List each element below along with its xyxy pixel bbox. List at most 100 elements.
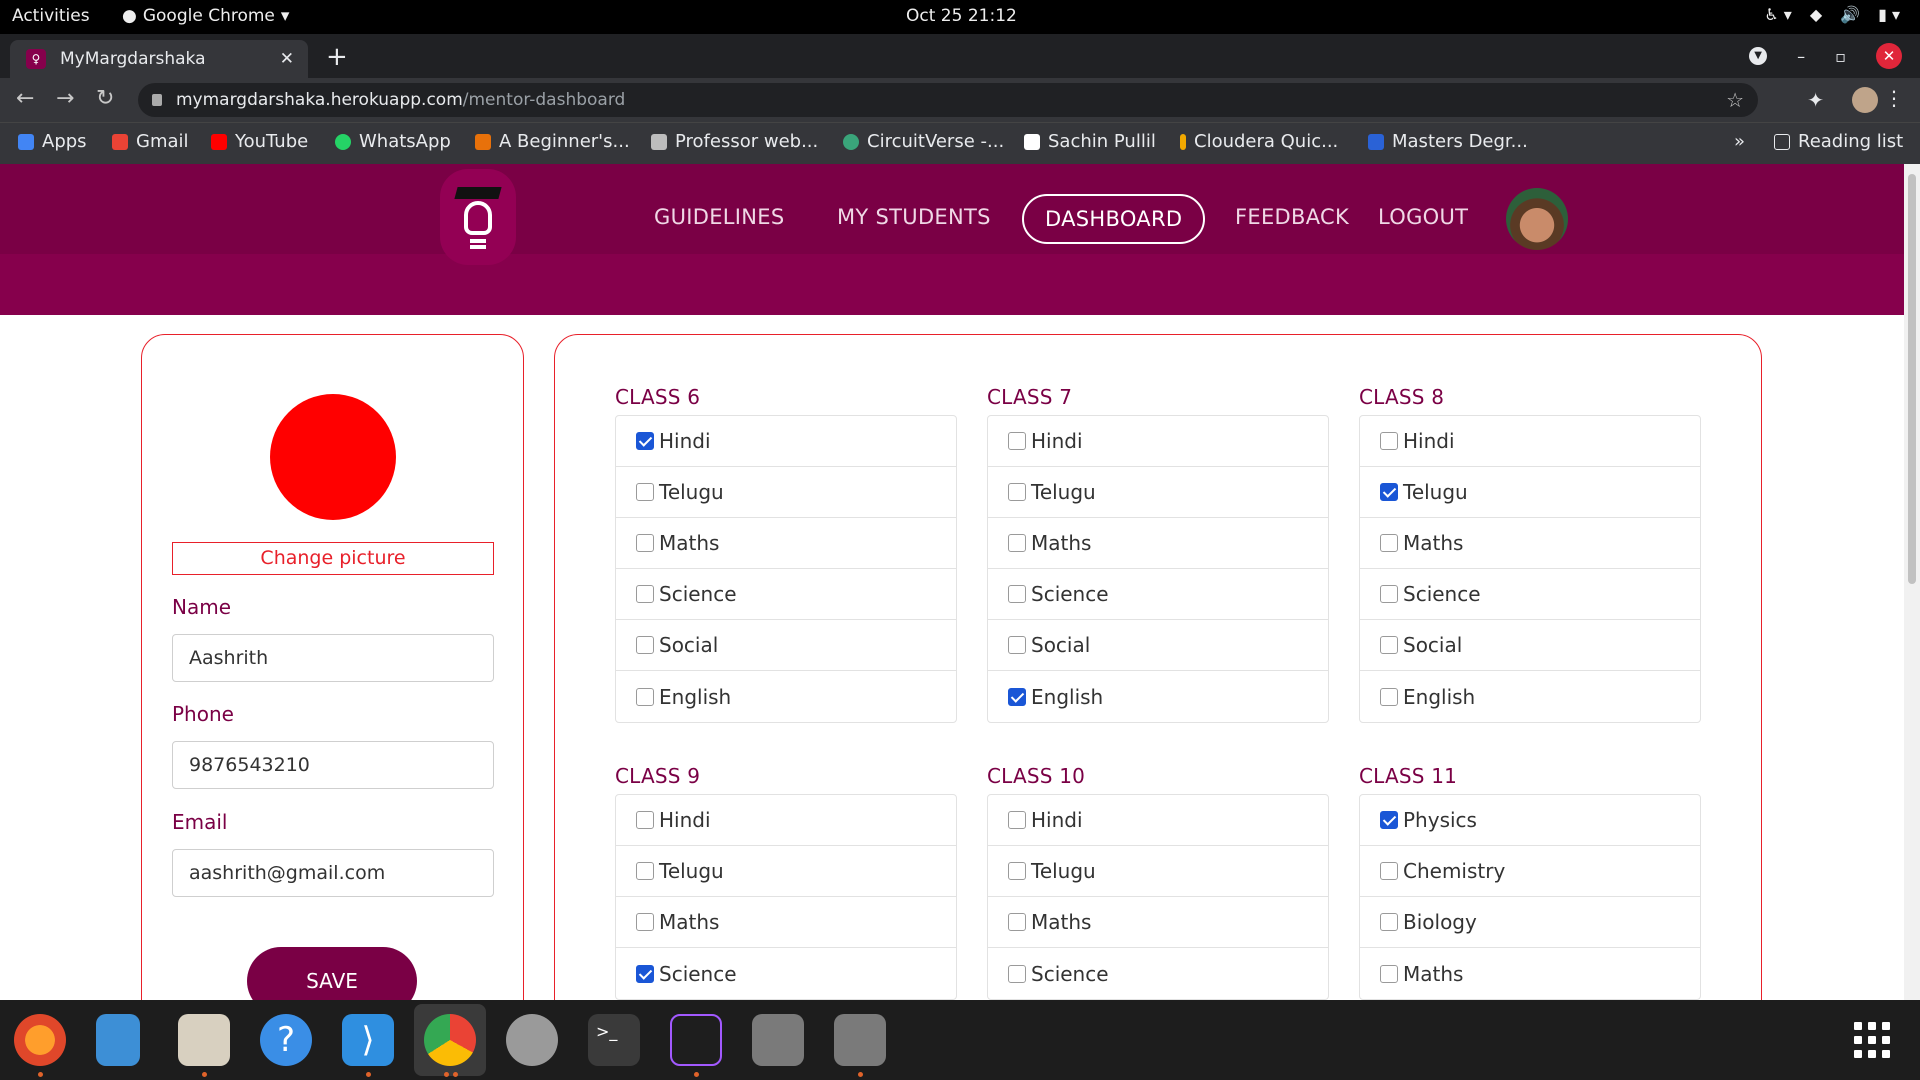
checkbox[interactable] xyxy=(1008,862,1026,880)
text-editor-icon[interactable] xyxy=(96,1014,140,1066)
checkbox[interactable] xyxy=(1008,687,1026,706)
checkbox[interactable] xyxy=(636,636,654,654)
subject-item[interactable]: Biology xyxy=(1360,897,1700,948)
checkbox[interactable] xyxy=(1380,432,1398,450)
accessibility-icon[interactable]: ♿ ▾ xyxy=(1764,5,1791,24)
bookmark-youtube[interactable]: YouTube xyxy=(211,131,308,152)
battery-icon[interactable]: ▮ ▾ xyxy=(1878,5,1900,24)
activities-button[interactable]: Activities xyxy=(12,6,90,26)
checkbox[interactable] xyxy=(1008,811,1026,829)
checkbox[interactable] xyxy=(1008,432,1026,450)
reading-list-button[interactable]: Reading list xyxy=(1774,131,1903,152)
subject-item[interactable]: Hindi xyxy=(616,795,956,846)
checkbox[interactable] xyxy=(1380,534,1398,552)
checkbox[interactable] xyxy=(1380,585,1398,603)
vscode-icon[interactable]: ⟩ xyxy=(342,1014,394,1066)
subject-item[interactable]: Social xyxy=(616,620,956,671)
new-tab-button[interactable]: + xyxy=(326,42,348,72)
help-icon[interactable]: ? xyxy=(260,1014,312,1066)
subject-item[interactable]: Social xyxy=(988,620,1328,671)
change-picture-button[interactable]: Change picture xyxy=(172,542,494,575)
bookmark-cloudera[interactable]: Cloudera Quic... xyxy=(1180,131,1338,152)
close-window-icon[interactable]: ✕ xyxy=(1876,43,1902,69)
checkbox[interactable] xyxy=(1380,483,1398,501)
bookmark-beginners[interactable]: A Beginner's... xyxy=(475,131,630,152)
checkbox[interactable] xyxy=(1008,964,1026,983)
subject-item[interactable]: Telugu xyxy=(988,846,1328,897)
firefox-icon[interactable] xyxy=(14,1014,66,1066)
subject-item[interactable]: English xyxy=(1360,671,1700,722)
volume-icon[interactable]: 🔊 xyxy=(1840,5,1860,24)
subject-item[interactable]: Science xyxy=(988,948,1328,999)
checkbox[interactable] xyxy=(1380,687,1398,706)
checkbox[interactable] xyxy=(636,913,654,931)
save-button[interactable]: SAVE xyxy=(247,947,417,1000)
reload-icon[interactable]: ↻ xyxy=(96,86,114,111)
mymargdarshaka-logo-icon[interactable] xyxy=(440,169,516,265)
checkbox[interactable] xyxy=(636,483,654,501)
settings-icon[interactable] xyxy=(506,1014,558,1066)
ssd-drive-icon[interactable] xyxy=(752,1014,804,1066)
bookmark-star-icon[interactable]: ☆ xyxy=(1726,88,1744,112)
wifi-icon[interactable]: ◆ xyxy=(1810,5,1822,24)
checkbox[interactable] xyxy=(1008,913,1026,931)
chrome-icon[interactable] xyxy=(424,1014,476,1066)
bookmark-apps[interactable]: Apps xyxy=(18,131,87,152)
email-field[interactable]: aashrith@gmail.com xyxy=(172,849,494,897)
checkbox[interactable] xyxy=(1380,964,1398,983)
show-applications-icon[interactable] xyxy=(1854,1022,1890,1058)
nav-dashboard[interactable]: DASHBOARD xyxy=(1022,194,1206,244)
subject-item[interactable]: Hindi xyxy=(988,416,1328,467)
checkbox[interactable] xyxy=(1008,534,1026,552)
checkbox[interactable] xyxy=(636,687,654,706)
scrollbar-thumb[interactable] xyxy=(1908,174,1916,584)
minimize-icon[interactable]: – xyxy=(1797,47,1805,66)
bookmark-whatsapp[interactable]: WhatsApp xyxy=(335,131,451,152)
close-tab-icon[interactable]: ✕ xyxy=(280,49,294,69)
checkbox[interactable] xyxy=(1380,811,1398,829)
checkbox[interactable] xyxy=(636,585,654,603)
subject-item[interactable]: English xyxy=(616,671,956,722)
subject-item[interactable]: Hindi xyxy=(616,416,956,467)
subject-item[interactable]: Science xyxy=(1360,569,1700,620)
checkbox[interactable] xyxy=(636,964,654,983)
nav-my-students[interactable]: MY STUDENTS xyxy=(837,205,991,229)
checkbox[interactable] xyxy=(636,811,654,829)
subject-item[interactable]: Maths xyxy=(988,897,1328,948)
tab-mymargdarshaka[interactable]: ♀ MyMargdarshaka ✕ xyxy=(10,40,308,78)
checkbox[interactable] xyxy=(636,862,654,880)
files-icon[interactable] xyxy=(178,1014,230,1066)
extensions-icon[interactable]: ✦ xyxy=(1807,88,1824,112)
bookmark-masters[interactable]: Masters Degr... xyxy=(1368,131,1528,152)
nav-feedback[interactable]: FEEDBACK xyxy=(1235,205,1349,229)
subject-item[interactable]: Telugu xyxy=(988,467,1328,518)
subject-item[interactable]: Hindi xyxy=(1360,416,1700,467)
checkbox[interactable] xyxy=(636,432,654,450)
page-scrollbar[interactable] xyxy=(1904,164,1920,1000)
maximize-icon[interactable]: ▫ xyxy=(1835,47,1846,66)
address-bar[interactable]: mymargdarshaka.herokuapp.com/mentor-dash… xyxy=(138,83,1758,117)
lock-icon[interactable] xyxy=(152,94,162,106)
more-bookmarks-icon[interactable]: » xyxy=(1734,131,1745,152)
subject-item[interactable]: Telugu xyxy=(616,846,956,897)
name-field[interactable]: Aashrith xyxy=(172,634,494,682)
clock[interactable]: Oct 25 21:12 xyxy=(906,6,1017,26)
checkbox[interactable] xyxy=(1008,636,1026,654)
figma-icon[interactable] xyxy=(670,1014,722,1066)
subject-item[interactable]: Maths xyxy=(1360,518,1700,569)
subject-item[interactable]: Science xyxy=(616,948,956,999)
nav-guidelines[interactable]: GUIDELINES xyxy=(654,205,784,229)
checkbox[interactable] xyxy=(1008,483,1026,501)
subject-item[interactable]: Physics xyxy=(1360,795,1700,846)
bookmark-circuitverse[interactable]: CircuitVerse -... xyxy=(843,131,1004,152)
kebab-menu-icon[interactable]: ⋮ xyxy=(1884,86,1904,110)
subject-item[interactable]: Maths xyxy=(1360,948,1700,999)
downloads-icon[interactable]: ▼ xyxy=(1749,47,1768,65)
subject-item[interactable]: Science xyxy=(988,569,1328,620)
bookmark-gmail[interactable]: Gmail xyxy=(112,131,189,152)
subject-item[interactable]: Maths xyxy=(616,897,956,948)
forward-icon[interactable]: → xyxy=(56,86,74,111)
subject-item[interactable]: English xyxy=(988,671,1328,722)
subject-item[interactable]: Telugu xyxy=(616,467,956,518)
ssd-drive-icon[interactable] xyxy=(834,1014,886,1066)
